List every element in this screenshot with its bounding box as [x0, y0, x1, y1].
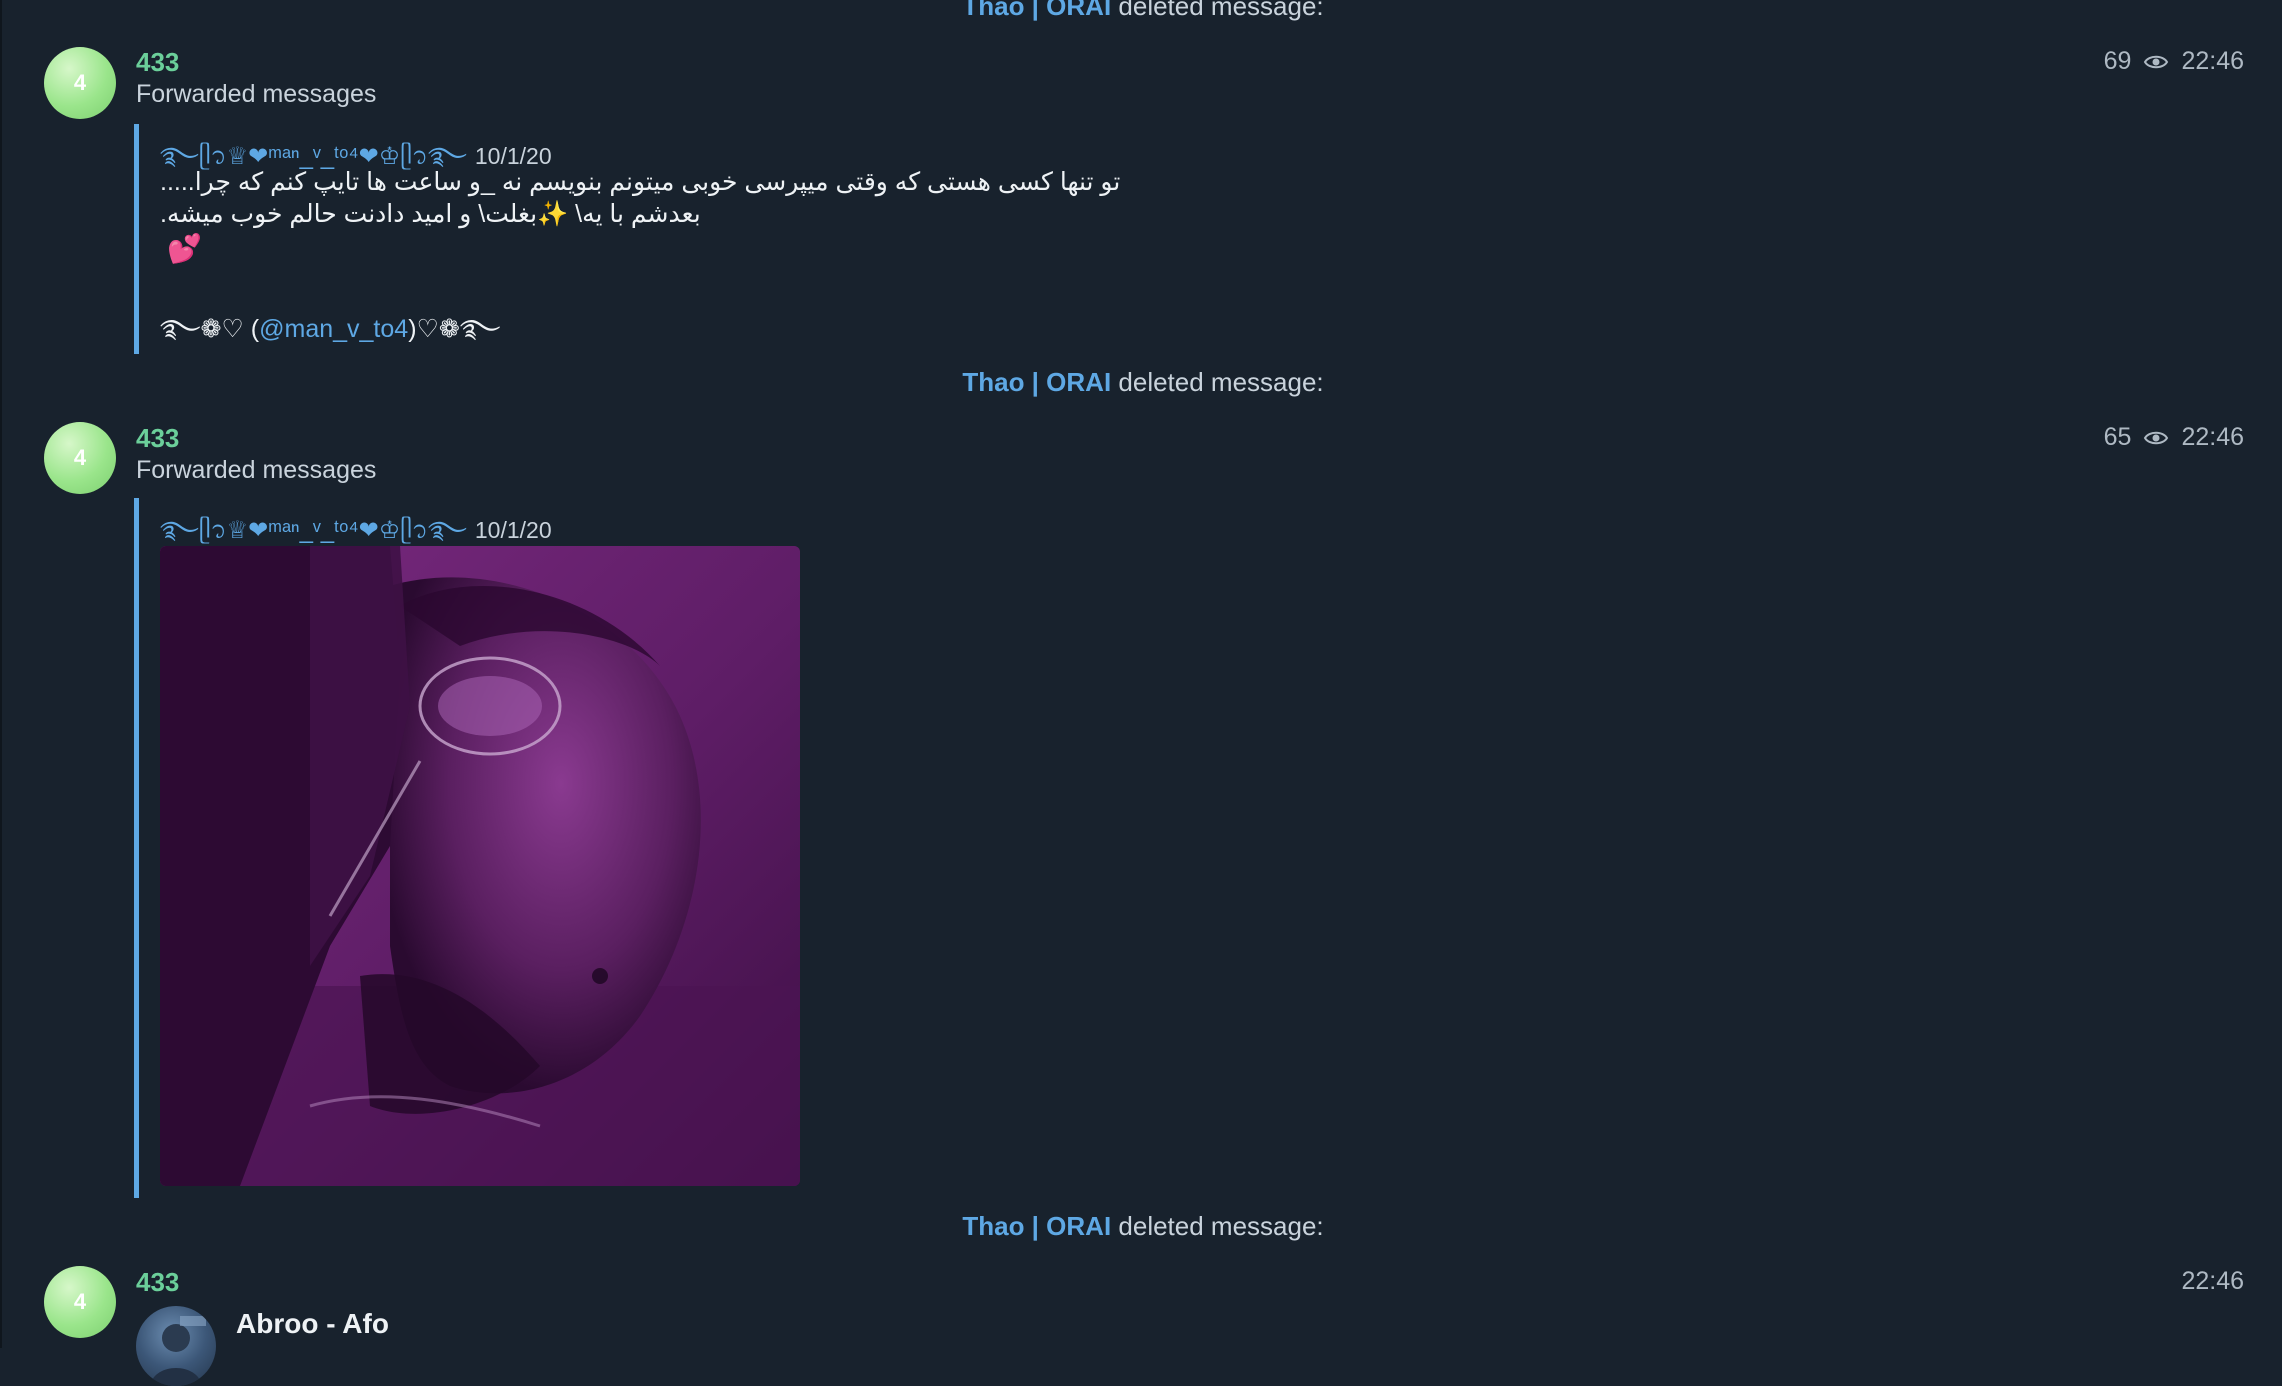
sender-name[interactable]: 433 — [136, 1267, 179, 1298]
audio-cover-thumbnail[interactable] — [136, 1306, 216, 1386]
service-text: deleted message: — [1111, 1211, 1324, 1241]
music-cover-icon — [150, 1316, 206, 1386]
audio-title[interactable]: Abroo - Afo — [236, 1308, 389, 1340]
service-message: Thao | ORAI deleted message: — [2, 367, 2282, 398]
message-meta: 22:46 — [2181, 1267, 2244, 1296]
service-text: deleted message: — [1111, 367, 1324, 397]
forwarded-label: Forwarded messages — [136, 80, 377, 108]
message-forwarded-photo[interactable]: 4 433 65 22:46 Forwarded messages ࿐ᥫ᭡♕❤︎… — [2, 420, 2282, 1200]
avatar[interactable]: 4 — [44, 422, 116, 494]
avatar[interactable]: 4 — [44, 47, 116, 119]
forwarded-quote[interactable]: ࿐ᥫ᭡♕❤︎ᵐᵃⁿ_ᵛ_ᵗᵒ⁴❤︎♔ᥫ᭡࿐ 10/1/20 تو تنها کس… — [134, 124, 1234, 354]
message-meta: 65 22:46 — [2104, 423, 2244, 452]
message-forwarded-text[interactable]: 4 433 69 22:46 Forwarded messages ࿐ᥫ᭡♕❤︎… — [2, 44, 2282, 358]
view-count: 69 — [2103, 47, 2132, 75]
portrait-image — [160, 546, 800, 1186]
service-message: Thao | ORAI deleted message: — [2, 0, 2282, 22]
service-actor-link[interactable]: Thao | ORAI — [962, 1211, 1111, 1241]
message-time: 22:46 — [2181, 423, 2244, 451]
service-message: Thao | ORAI deleted message: — [2, 1211, 2282, 1242]
message-meta: 69 22:46 — [2104, 47, 2244, 76]
forward-date: 10/1/20 — [474, 517, 552, 543]
forwarded-photo[interactable] — [160, 546, 800, 1186]
avatar[interactable]: 4 — [44, 1266, 116, 1338]
views-eye-icon — [2144, 431, 2169, 444]
sender-name[interactable]: 433 — [136, 47, 179, 78]
message-text-line: بعدشم با یه\ ✨بغلت\ و امید دادنت حالم خو… — [160, 200, 701, 228]
chat-history: Thao | ORAI deleted message: 4 433 69 22… — [0, 0, 2282, 1386]
service-actor-link[interactable]: Thao | ORAI — [962, 367, 1111, 397]
service-text: deleted message: — [1111, 0, 1324, 21]
forward-date: 10/1/20 — [474, 143, 552, 169]
view-count: 65 — [2103, 423, 2132, 451]
message-time: 22:46 — [2181, 1267, 2244, 1295]
signature-line: ࿐❁♡ (@man_v_to4)♡❁࿐ — [160, 300, 500, 371]
message-audio[interactable]: 4 433 22:46 Abroo - Afo — [2, 1264, 2282, 1386]
sender-name[interactable]: 433 — [136, 423, 179, 454]
signature-decoration: ࿐❁♡ ( — [160, 315, 260, 343]
mention-link[interactable]: @man_v_to4 — [259, 315, 408, 343]
forwarded-quote[interactable]: ࿐ᥫ᭡♕❤︎ᵐᵃⁿ_ᵛ_ᵗᵒ⁴❤︎♔ᥫ᭡࿐ 10/1/20 — [134, 498, 834, 1198]
hearts-emoji: 💕 — [167, 233, 202, 264]
message-time: 22:46 — [2181, 47, 2244, 75]
views-eye-icon — [2144, 55, 2169, 68]
message-text-line: تو تنها کسی هستی که وقتی میپرسی خوبی میت… — [160, 168, 1121, 196]
signature-decoration: )♡❁࿐ — [408, 315, 501, 343]
service-actor-link[interactable]: Thao | ORAI — [962, 0, 1111, 21]
forwarded-label: Forwarded messages — [136, 456, 377, 484]
